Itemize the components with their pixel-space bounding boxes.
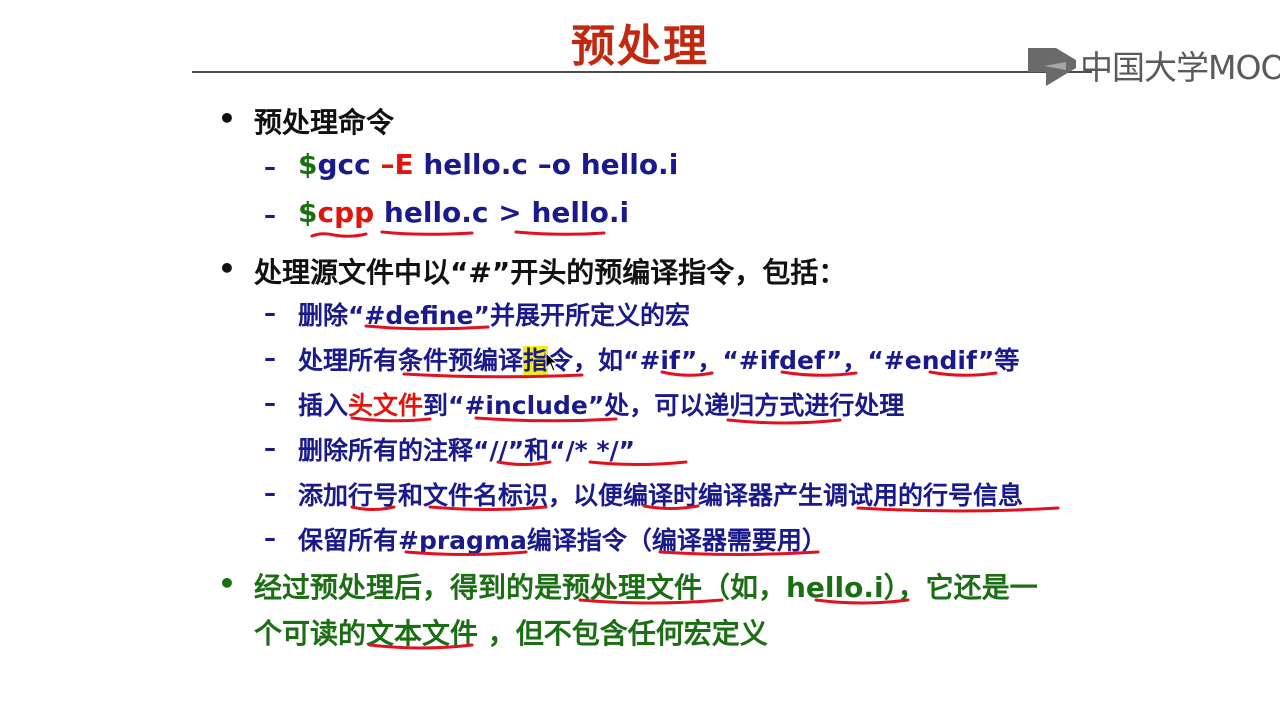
underline-block-comment (588, 460, 688, 466)
underline-hello-i-summary (814, 598, 910, 605)
underline-endif (928, 370, 998, 377)
underline-ifdef (780, 370, 858, 377)
underline-pragma (404, 550, 528, 556)
underline-hello-i (514, 230, 606, 236)
underline-text-file (368, 643, 474, 650)
underline-define (364, 324, 490, 331)
annotation-marks (310, 230, 1060, 650)
underline-hello-c (380, 230, 474, 236)
underline-compiler-needs (658, 550, 820, 556)
underline-recursive (726, 418, 842, 425)
underline-compile (642, 504, 700, 510)
underline-filename (428, 505, 548, 511)
underline-preprocessed-file (578, 598, 724, 605)
underline-cpp (310, 232, 368, 238)
underline-line-number (350, 505, 396, 511)
underline-header-file (350, 416, 432, 423)
underline-include (474, 416, 618, 423)
underline-line-comment (496, 460, 552, 466)
underline-if (660, 370, 714, 377)
underline-conditional (402, 372, 584, 379)
underline-debug-info (856, 506, 1060, 513)
slide: 预处理 中国大学MOOC • 预处理命令 – $gcc –E hello.c –… (0, 0, 1280, 720)
